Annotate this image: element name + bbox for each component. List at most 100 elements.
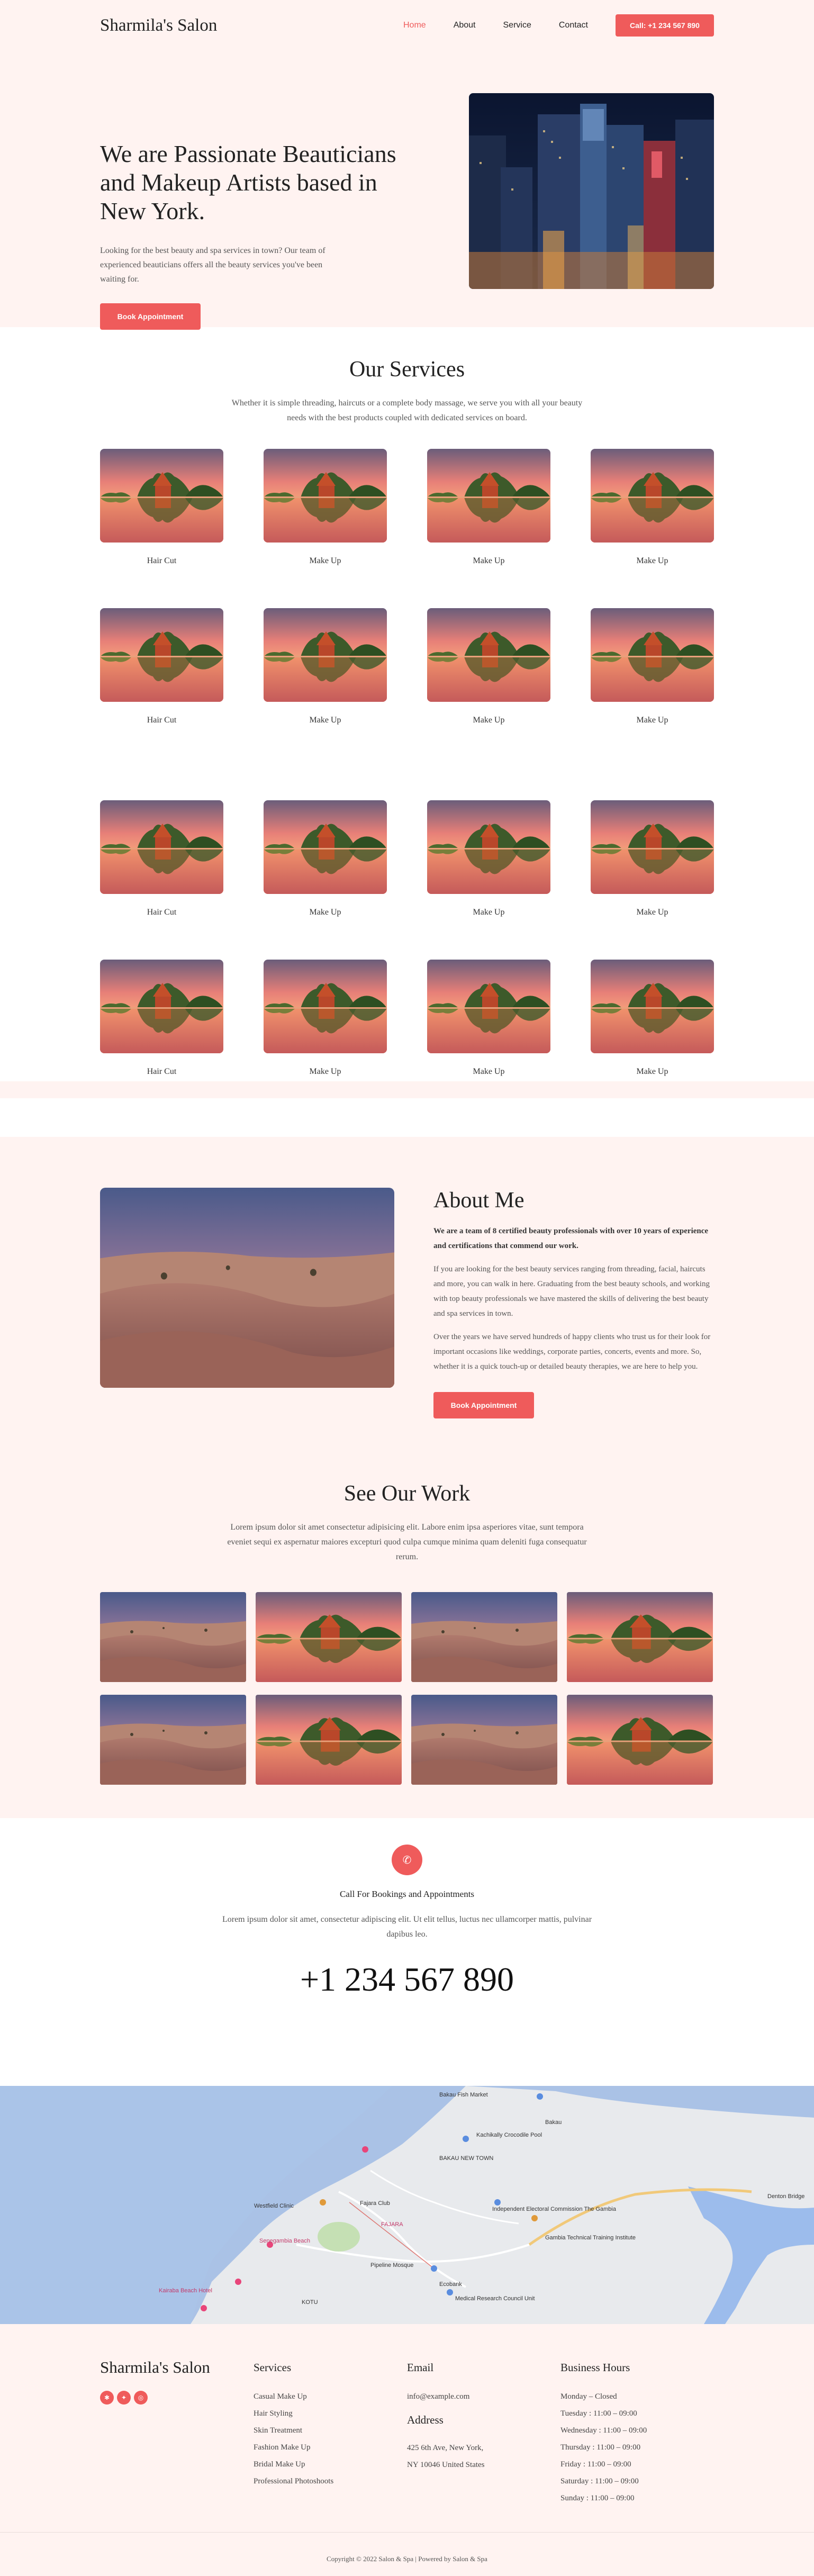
service-card[interactable]: Make Up xyxy=(591,800,714,939)
service-card[interactable]: Hair Cut xyxy=(100,800,223,939)
service-image xyxy=(591,608,714,702)
footer-service-link[interactable]: Professional Photoshoots xyxy=(254,2473,407,2490)
services-section: Our Services Whether it is simple thread… xyxy=(0,327,814,1137)
about-section: About Me We are a team of 8 certified be… xyxy=(0,1137,814,1818)
services-subtitle: Whether it is simple threading, haircuts… xyxy=(231,399,583,422)
service-image xyxy=(264,449,387,543)
service-card[interactable]: Make Up xyxy=(427,608,550,747)
call-button[interactable]: Call: +1 234 567 890 xyxy=(616,14,714,37)
service-caption: Hair Cut xyxy=(147,556,177,565)
hero-city-image xyxy=(469,93,714,289)
map-label: Bakau xyxy=(545,2119,562,2126)
gallery-image[interactable] xyxy=(100,1592,246,1682)
service-card[interactable]: Hair Cut xyxy=(100,960,223,1099)
main-nav: Home About Service Contact Call: +1 234 … xyxy=(376,14,714,37)
gallery-image[interactable] xyxy=(411,1592,557,1682)
footer-service-link[interactable]: Fashion Make Up xyxy=(254,2439,407,2456)
service-caption: Make Up xyxy=(636,1067,668,1076)
map-label: Gambia Technical Training Institute xyxy=(545,2235,636,2241)
service-card[interactable]: Make Up xyxy=(427,449,550,588)
about-lead: We are a team of 8 certified beauty prof… xyxy=(433,1227,709,1250)
instagram-icon[interactable]: ◎ xyxy=(134,2391,148,2405)
footer-services-list: Casual Make Up Hair Styling Skin Treatme… xyxy=(254,2388,407,2490)
service-image xyxy=(427,608,550,702)
service-caption: Hair Cut xyxy=(147,716,177,725)
service-card[interactable]: Make Up xyxy=(264,800,387,939)
book-appointment-button[interactable]: Book Appointment xyxy=(100,303,201,330)
footer-service-link[interactable]: Skin Treatment xyxy=(254,2422,407,2439)
social-links: ✱ ✦ ◎ xyxy=(100,2391,254,2405)
service-image xyxy=(264,800,387,894)
service-caption: Make Up xyxy=(309,1067,341,1076)
service-card[interactable]: Make Up xyxy=(264,608,387,747)
service-image xyxy=(591,960,714,1053)
service-caption: Make Up xyxy=(473,716,505,725)
location-map[interactable]: Bakau Kachikally Crocodile Pool BAKAU NE… xyxy=(0,2086,814,2324)
twitter-icon[interactable]: ✦ xyxy=(117,2391,131,2405)
services-grid-secondary: Hair Cut Make Up Make Up Make Up Hair Cu… xyxy=(100,800,714,1099)
service-card[interactable]: Make Up xyxy=(591,449,714,588)
footer-email-link[interactable]: info@example.com xyxy=(407,2388,560,2405)
map-label: Bakau Fish Market xyxy=(439,2092,488,2098)
booking-phone-number[interactable]: +1 234 567 890 xyxy=(0,1960,814,1999)
nav-service[interactable]: Service xyxy=(503,21,531,30)
service-card[interactable]: Make Up xyxy=(427,800,550,939)
about-title: About Me xyxy=(433,1188,524,1213)
map-label: Westfield Clinic xyxy=(254,2203,294,2209)
gallery-image[interactable] xyxy=(256,1592,402,1682)
nav-contact[interactable]: Contact xyxy=(559,21,588,30)
service-card[interactable]: Make Up xyxy=(591,608,714,747)
gallery-image[interactable] xyxy=(411,1695,557,1785)
footer-address-line: NY 10046 United States xyxy=(407,2461,485,2469)
service-card[interactable]: Make Up xyxy=(427,960,550,1099)
hero-title: We are Passionate Beauticians and Makeup… xyxy=(100,140,396,224)
service-caption: Make Up xyxy=(473,556,505,565)
hours-row: Saturday : 11:00 – 09:00 xyxy=(560,2477,639,2485)
service-card[interactable]: Make Up xyxy=(591,960,714,1099)
map-label: Kachikally Crocodile Pool xyxy=(476,2132,542,2138)
service-card[interactable]: Make Up xyxy=(264,449,387,588)
map-label: FAJARA xyxy=(381,2221,403,2228)
service-card[interactable]: Hair Cut xyxy=(100,608,223,747)
nav-about[interactable]: About xyxy=(454,21,476,30)
service-image xyxy=(427,449,550,543)
service-card[interactable]: Hair Cut xyxy=(100,449,223,588)
service-caption: Make Up xyxy=(309,556,341,565)
work-subtitle: Lorem ipsum dolor sit amet consectetur a… xyxy=(227,1523,587,1561)
service-caption: Make Up xyxy=(309,908,341,917)
footer-service-link[interactable]: Casual Make Up xyxy=(254,2388,407,2405)
service-image xyxy=(427,960,550,1053)
service-caption: Make Up xyxy=(473,1067,505,1076)
hero-text: We are Passionate Beauticians and Makeup… xyxy=(100,140,396,330)
service-image xyxy=(100,960,223,1053)
hours-row: Tuesday : 11:00 – 09:00 xyxy=(560,2409,637,2418)
footer-service-link[interactable]: Hair Styling xyxy=(254,2405,407,2422)
service-card[interactable]: Make Up xyxy=(264,960,387,1099)
site-header: Sharmila's Salon Home About Service Cont… xyxy=(0,0,814,51)
service-image xyxy=(264,608,387,702)
footer-logo[interactable]: Sharmila's Salon xyxy=(100,2358,254,2377)
gallery-image[interactable] xyxy=(256,1695,402,1785)
booking-title: Call For Bookings and Appointments xyxy=(339,1889,475,1899)
work-title: See Our Work xyxy=(343,1481,471,1506)
service-image xyxy=(100,800,223,894)
site-logo[interactable]: Sharmila's Salon xyxy=(100,16,217,35)
footer-service-link[interactable]: Bridal Make Up xyxy=(254,2456,407,2473)
book-appointment-button[interactable]: Book Appointment xyxy=(433,1392,534,1418)
gallery-image[interactable] xyxy=(567,1695,713,1785)
booking-section: ✆ Call For Bookings and Appointments Lor… xyxy=(0,1845,814,2086)
map-label: KOTU xyxy=(302,2299,318,2306)
hero-description: Looking for the best beauty and spa serv… xyxy=(100,246,325,284)
yelp-icon[interactable]: ✱ xyxy=(100,2391,114,2405)
gallery-image[interactable] xyxy=(100,1695,246,1785)
service-caption: Make Up xyxy=(473,908,505,917)
hours-row: Wednesday : 11:00 – 09:00 xyxy=(560,2426,647,2435)
map-label: Ecobank xyxy=(439,2281,462,2288)
map-label: Kairaba Beach Hotel xyxy=(159,2288,212,2294)
gallery-image[interactable] xyxy=(567,1592,713,1682)
nav-home[interactable]: Home xyxy=(403,21,426,30)
footer-address-line: 425 6th Ave, New York, xyxy=(407,2444,484,2452)
service-caption: Make Up xyxy=(309,716,341,725)
hero-section: We are Passionate Beauticians and Makeup… xyxy=(0,51,814,330)
service-image xyxy=(100,449,223,543)
